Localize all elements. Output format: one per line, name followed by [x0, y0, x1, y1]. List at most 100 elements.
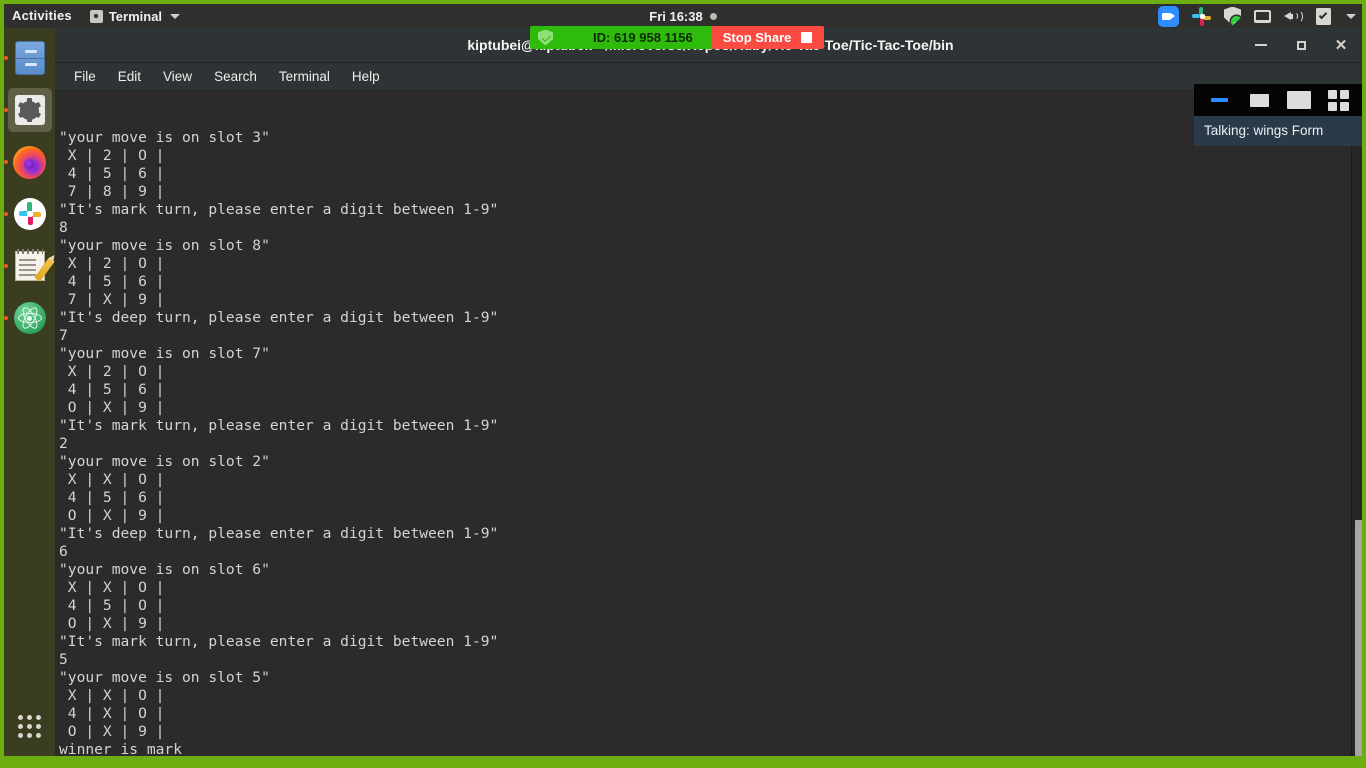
running-indicator-icon	[3, 316, 8, 320]
text-editor-icon	[14, 249, 55, 282]
terminal-line: O | X | 9 |	[59, 507, 165, 524]
terminal-line: "It's deep turn, please enter a digit be…	[59, 525, 499, 542]
stop-share-button[interactable]: Stop Share	[710, 26, 825, 49]
terminal-line: 2	[59, 435, 68, 452]
minimize-button[interactable]	[1252, 36, 1270, 54]
slack-icon	[13, 198, 46, 230]
terminal-line: 7	[59, 327, 68, 344]
settings-gear-icon	[14, 95, 45, 125]
terminal-line: "your move is on slot 7"	[59, 345, 270, 362]
terminal-line: "your move is on slot 5"	[59, 669, 270, 686]
large-view-icon[interactable]	[1286, 89, 1311, 111]
activities-button[interactable]: Activities	[0, 4, 82, 28]
zoom-view-toolbar	[1194, 84, 1364, 116]
terminal-line: 4 | 5 | 6 |	[59, 273, 165, 290]
terminal-line: X | 2 | O |	[59, 255, 165, 272]
files-icon	[14, 41, 45, 75]
meeting-id-display[interactable]: ID: 619 958 1156	[530, 26, 711, 49]
gallery-view-icon[interactable]	[1326, 89, 1350, 111]
terminal-line: O | X | 9 |	[59, 723, 165, 740]
atom-icon	[13, 302, 46, 334]
terminal-line: X | 2 | O |	[59, 147, 165, 164]
network-icon[interactable]	[1254, 9, 1271, 23]
terminal-line: "your move is on slot 3"	[59, 129, 270, 146]
notification-dot-icon	[709, 12, 717, 20]
dock-item-settings[interactable]	[3, 88, 52, 132]
terminal-line: "It's mark turn, please enter a digit be…	[59, 633, 499, 650]
terminal-line: X | X | O |	[59, 471, 165, 488]
terminal-line: "your move is on slot 8"	[59, 237, 270, 254]
menu-help[interactable]: Help	[341, 66, 391, 87]
terminal-line: 7 | 8 | 9 |	[59, 183, 165, 200]
stop-share-label: Stop Share	[722, 30, 792, 45]
terminal-line: "your move is on slot 6"	[59, 561, 270, 578]
shield-check-icon[interactable]	[1224, 6, 1241, 26]
zoom-floating-panel: Talking: wings Form	[1194, 84, 1364, 146]
terminal-window: kiptubei@kiptubei: ~/Microverse/Repos/Ru…	[55, 28, 1366, 756]
running-indicator-icon	[3, 212, 8, 216]
terminal-line: 4 | 5 | 6 |	[59, 489, 165, 506]
dock-item-slack[interactable]	[3, 192, 52, 236]
maximize-button[interactable]	[1292, 36, 1310, 54]
terminal-line: 5	[59, 651, 68, 668]
terminal-line: 4 | X | O |	[59, 705, 165, 722]
dock-item-firefox[interactable]	[3, 140, 52, 184]
meeting-id-label: ID: 619 958 1156	[593, 30, 693, 45]
apps-grid-icon	[18, 714, 41, 738]
running-indicator-icon	[3, 56, 8, 60]
chevron-down-icon	[170, 13, 181, 19]
battery-icon[interactable]	[1316, 7, 1331, 25]
gear-icon	[89, 9, 103, 23]
terminal-line: 4 | 5 | O |	[59, 597, 165, 614]
clock-label: Fri 16:38	[649, 8, 703, 24]
volume-icon[interactable]	[1284, 8, 1303, 24]
stop-square-icon	[801, 32, 813, 43]
terminal-scrollbar-thumb[interactable]	[1355, 520, 1364, 756]
terminal-line: 7 | X | 9 |	[59, 291, 165, 308]
terminal-output[interactable]: "your move is on slot 3" X | 2 | O | 4 |…	[55, 91, 1351, 756]
terminal-line: 6	[59, 543, 68, 560]
terminal-body: "your move is on slot 3" X | 2 | O | 4 |…	[55, 91, 1366, 756]
menu-search[interactable]: Search	[203, 66, 268, 87]
terminal-line: O | X | 9 |	[59, 615, 165, 632]
terminal-line: X | X | O |	[59, 579, 165, 596]
shield-check-icon	[538, 29, 553, 46]
dock-item-files[interactable]	[3, 36, 52, 80]
window-controls: ✕	[1252, 36, 1366, 54]
menu-file[interactable]: File	[63, 66, 107, 87]
terminal-line: "It's deep turn, please enter a digit be…	[59, 309, 499, 326]
zoom-icon[interactable]	[1158, 5, 1179, 27]
screen-share-border-bottom	[0, 756, 1366, 768]
minimize-view-icon[interactable]	[1208, 89, 1232, 111]
gnome-top-bar: Activities Terminal Fri 16:38	[0, 4, 1366, 28]
dock-item-atom[interactable]	[3, 296, 52, 340]
close-button[interactable]: ✕	[1332, 36, 1350, 54]
terminal-line: "It's mark turn, please enter a digit be…	[59, 201, 499, 218]
running-indicator-icon	[3, 108, 8, 112]
terminal-line: X | X | O |	[59, 687, 165, 704]
terminal-line: O | X | 9 |	[59, 399, 165, 416]
terminal-line: "It's mark turn, please enter a digit be…	[59, 417, 499, 434]
terminal-menu-bar: File Edit View Search Terminal Help	[55, 63, 1366, 91]
terminal-line: 4 | 5 | 6 |	[59, 165, 165, 182]
menu-terminal[interactable]: Terminal	[268, 66, 341, 87]
system-tray	[1158, 4, 1366, 28]
running-indicator-icon	[3, 160, 8, 164]
small-view-icon[interactable]	[1247, 89, 1271, 111]
firefox-icon	[13, 145, 46, 179]
slack-icon[interactable]	[1192, 6, 1211, 26]
show-applications-button[interactable]	[8, 704, 52, 748]
system-menu-chevron-down-icon[interactable]	[1346, 13, 1356, 19]
dock-item-text-editor[interactable]	[3, 244, 55, 288]
app-menu-terminal[interactable]: Terminal	[82, 9, 188, 24]
terminal-line: "your move is on slot 2"	[59, 453, 270, 470]
zoom-share-control-bar: ID: 619 958 1156 Stop Share	[530, 26, 825, 49]
terminal-scrollbar[interactable]	[1351, 91, 1366, 756]
terminal-line: winner is mark	[59, 741, 183, 756]
menu-edit[interactable]: Edit	[107, 66, 152, 87]
terminal-line: 4 | 5 | 6 |	[59, 381, 165, 398]
menu-view[interactable]: View	[152, 66, 203, 87]
active-speaker-label: Talking: wings Form	[1194, 116, 1364, 146]
app-menu-label: Terminal	[108, 8, 163, 24]
terminal-line: X | 2 | O |	[59, 363, 165, 380]
